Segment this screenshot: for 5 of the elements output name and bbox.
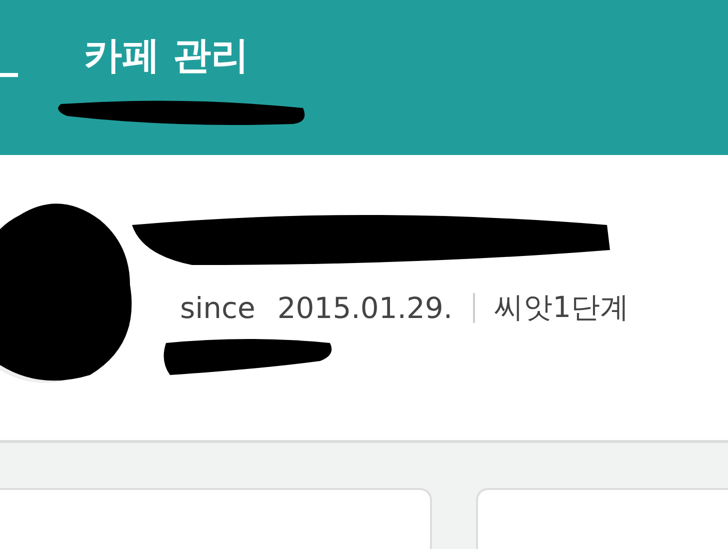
since-label: since (180, 290, 256, 324)
menu-card[interactable] (0, 488, 432, 549)
since-date: 2015.01.29. (277, 290, 453, 324)
member-level: 씨앗1단계 (494, 288, 630, 326)
page-title: 카페 관리 (84, 32, 250, 79)
